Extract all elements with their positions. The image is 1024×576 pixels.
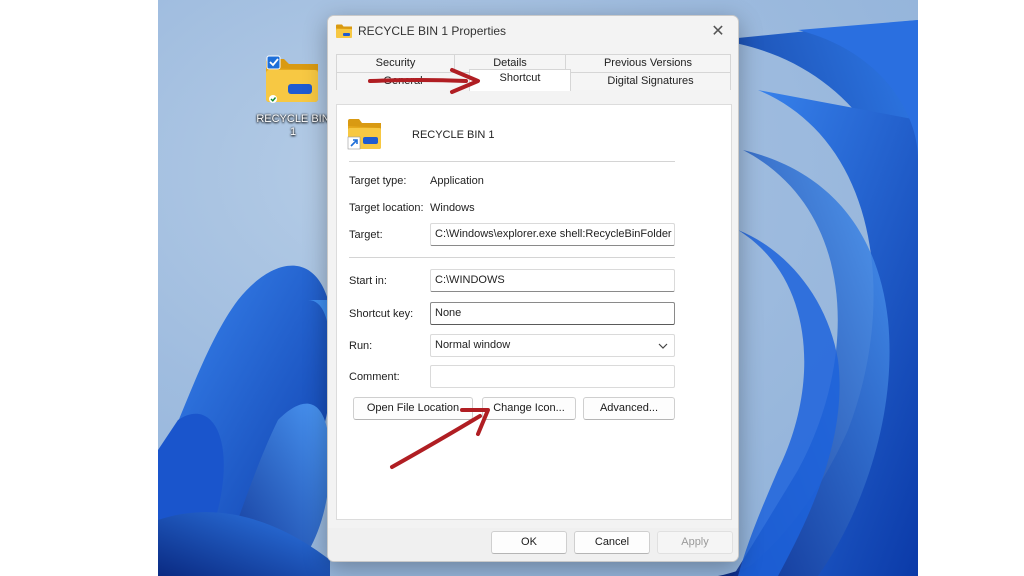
- tab-previous-versions[interactable]: Previous Versions: [565, 54, 731, 72]
- chevron-down-icon: [658, 335, 668, 356]
- tab-shortcut[interactable]: Shortcut: [469, 69, 571, 91]
- target-label: Target:: [349, 229, 383, 241]
- target-location-value: Windows: [430, 202, 475, 214]
- shortcut-tab-panel: RECYCLE BIN 1 Target type: Application T…: [336, 104, 732, 520]
- target-type-label: Target type:: [349, 175, 407, 187]
- comment-label: Comment:: [349, 371, 400, 383]
- tab-security[interactable]: Security: [336, 54, 455, 72]
- tab-general[interactable]: General: [336, 72, 470, 90]
- start-in-label: Start in:: [349, 275, 387, 287]
- ok-button[interactable]: OK: [491, 531, 567, 554]
- advanced-button[interactable]: Advanced...: [583, 397, 675, 420]
- left-margin: [0, 0, 158, 576]
- cancel-button[interactable]: Cancel: [574, 531, 650, 554]
- dialog-footer: OK Cancel Apply: [328, 528, 738, 561]
- folder-icon: [336, 24, 352, 43]
- desktop-icon-recycle-bin[interactable]: RECYCLE BIN 1: [254, 54, 332, 139]
- target-type-value: Application: [430, 175, 484, 187]
- target-input[interactable]: C:\Windows\explorer.exe shell:RecycleBin…: [430, 223, 675, 246]
- open-file-location-button[interactable]: Open File Location: [353, 397, 473, 420]
- start-in-input[interactable]: C:\WINDOWS: [430, 269, 675, 292]
- change-icon-button[interactable]: Change Icon...: [482, 397, 576, 420]
- shortcut-name: RECYCLE BIN 1: [412, 129, 495, 141]
- properties-dialog: RECYCLE BIN 1 Properties ✕ Security Deta…: [327, 15, 739, 562]
- divider: [349, 257, 675, 258]
- dialog-title: RECYCLE BIN 1 Properties: [358, 24, 507, 38]
- divider: [349, 161, 675, 162]
- run-select[interactable]: Normal window: [430, 334, 675, 357]
- shortcut-key-input[interactable]: None: [430, 302, 675, 325]
- shortcut-key-label: Shortcut key:: [349, 308, 414, 320]
- shortcut-folder-icon: [347, 117, 383, 156]
- tab-digital-signatures[interactable]: Digital Signatures: [570, 72, 731, 90]
- apply-button[interactable]: Apply: [657, 531, 733, 554]
- target-location-label: Target location:: [349, 202, 424, 214]
- desktop-icon-label: RECYCLE BIN 1: [256, 113, 330, 138]
- close-icon[interactable]: ✕: [708, 22, 728, 42]
- dialog-titlebar[interactable]: RECYCLE BIN 1 Properties ✕: [328, 16, 738, 48]
- folder-icon: [266, 55, 318, 103]
- run-select-value: Normal window: [435, 339, 511, 351]
- run-label: Run:: [349, 340, 373, 352]
- comment-input[interactable]: [430, 365, 675, 388]
- right-margin: [918, 0, 1024, 576]
